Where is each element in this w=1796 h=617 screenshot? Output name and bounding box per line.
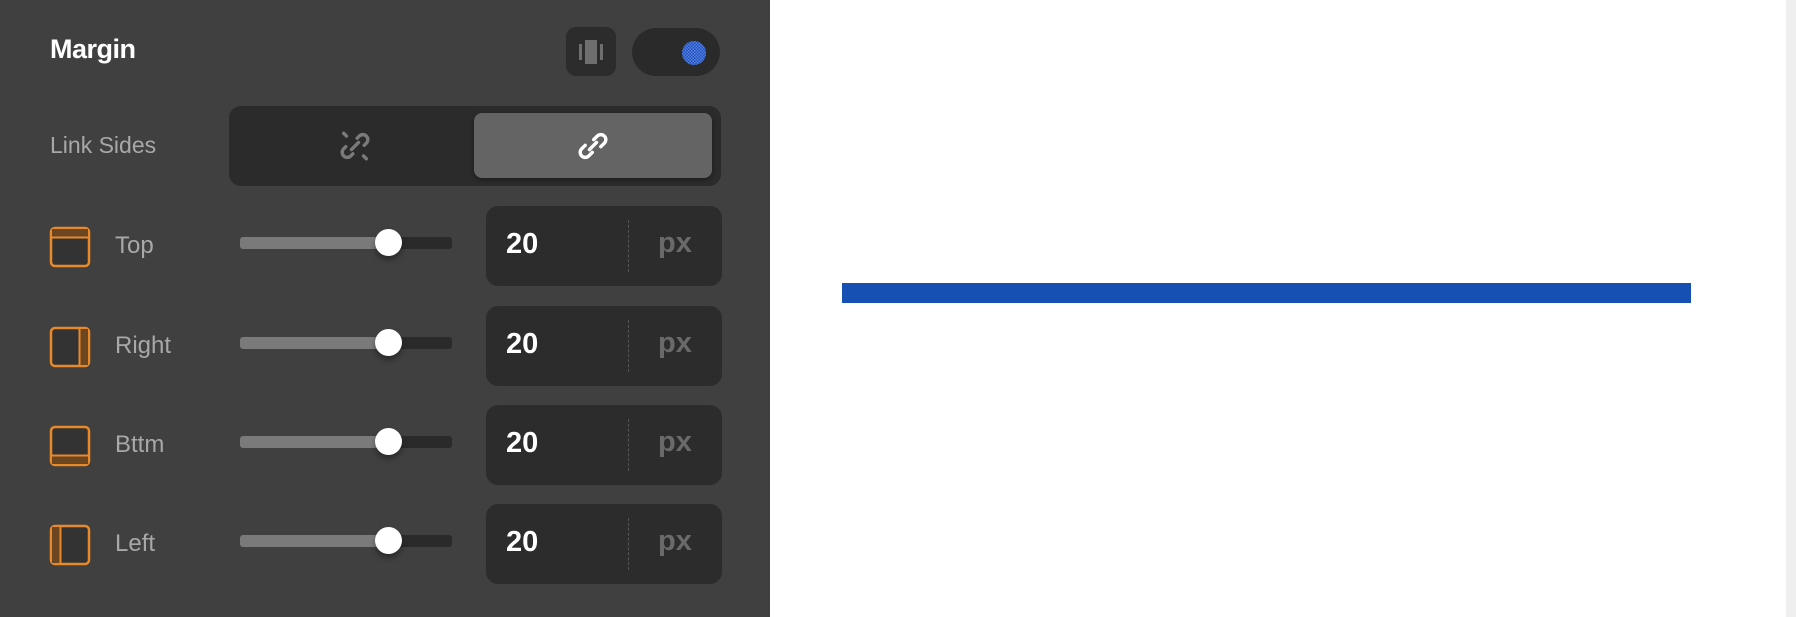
margin-top-icon [49, 226, 91, 268]
margin-bottom-input[interactable] [506, 427, 626, 460]
margin-row-top: Top px [0, 206, 770, 286]
unit-label[interactable]: px [658, 525, 692, 558]
margin-settings-panel: Margin Link Sides Top 20 px Right 20 px … [0, 0, 770, 617]
margin-right-icon [49, 326, 91, 368]
margin-right-input[interactable] [506, 328, 626, 361]
margin-left-input-box: px [486, 504, 722, 584]
columns-view-icon [579, 40, 603, 64]
slider-thumb[interactable] [375, 329, 403, 356]
preview-canvas [770, 0, 1786, 617]
unit-divider [628, 518, 629, 570]
side-label: Right [115, 332, 172, 359]
slider-fill [240, 535, 389, 547]
margin-bottom-input-box: px [486, 405, 722, 485]
unlink-sides-button[interactable] [236, 113, 474, 178]
margin-top-input-box: px [486, 206, 722, 286]
margin-enable-toggle[interactable] [632, 28, 720, 76]
margin-left-slider[interactable] [240, 527, 452, 554]
margin-left-icon [49, 524, 91, 566]
margin-bottom-slider[interactable] [240, 428, 452, 455]
unit-divider [628, 320, 629, 372]
margin-top-input[interactable] [506, 228, 626, 261]
link-sides-button[interactable] [474, 113, 712, 178]
margin-row-left: Left px [0, 504, 770, 584]
margin-top-slider[interactable] [240, 229, 452, 256]
unit-divider [628, 220, 629, 272]
link-sides-label: Link Sides [50, 132, 157, 158]
view-toggle-button[interactable] [566, 27, 616, 76]
unit-label[interactable]: px [658, 227, 692, 260]
toggle-knob[interactable] [682, 41, 706, 65]
side-label: Top [115, 232, 154, 259]
margin-row-bottom: Bttm px [0, 405, 770, 485]
panel-title: Margin [50, 34, 136, 64]
link-icon [578, 132, 608, 159]
margin-bottom-icon [49, 425, 91, 467]
preview-element[interactable] [842, 283, 1691, 303]
unit-label[interactable]: px [658, 426, 692, 459]
margin-right-slider[interactable] [240, 329, 452, 356]
link-sides-segmented-control [229, 106, 721, 186]
side-label: Bttm [115, 431, 165, 458]
vertical-scrollbar[interactable] [1786, 0, 1796, 617]
slider-fill [240, 237, 389, 249]
slider-fill [240, 436, 389, 448]
slider-thumb[interactable] [375, 527, 403, 554]
slider-thumb[interactable] [375, 229, 403, 256]
slider-thumb[interactable] [375, 428, 403, 455]
unit-label[interactable]: px [658, 327, 692, 360]
unit-divider [628, 419, 629, 471]
slider-fill [240, 337, 389, 349]
unlink-icon [340, 131, 370, 160]
side-label: Left [115, 530, 156, 557]
margin-right-input-box: px [486, 306, 722, 386]
margin-left-input[interactable] [506, 526, 626, 559]
margin-row-right: Right px [0, 306, 770, 386]
